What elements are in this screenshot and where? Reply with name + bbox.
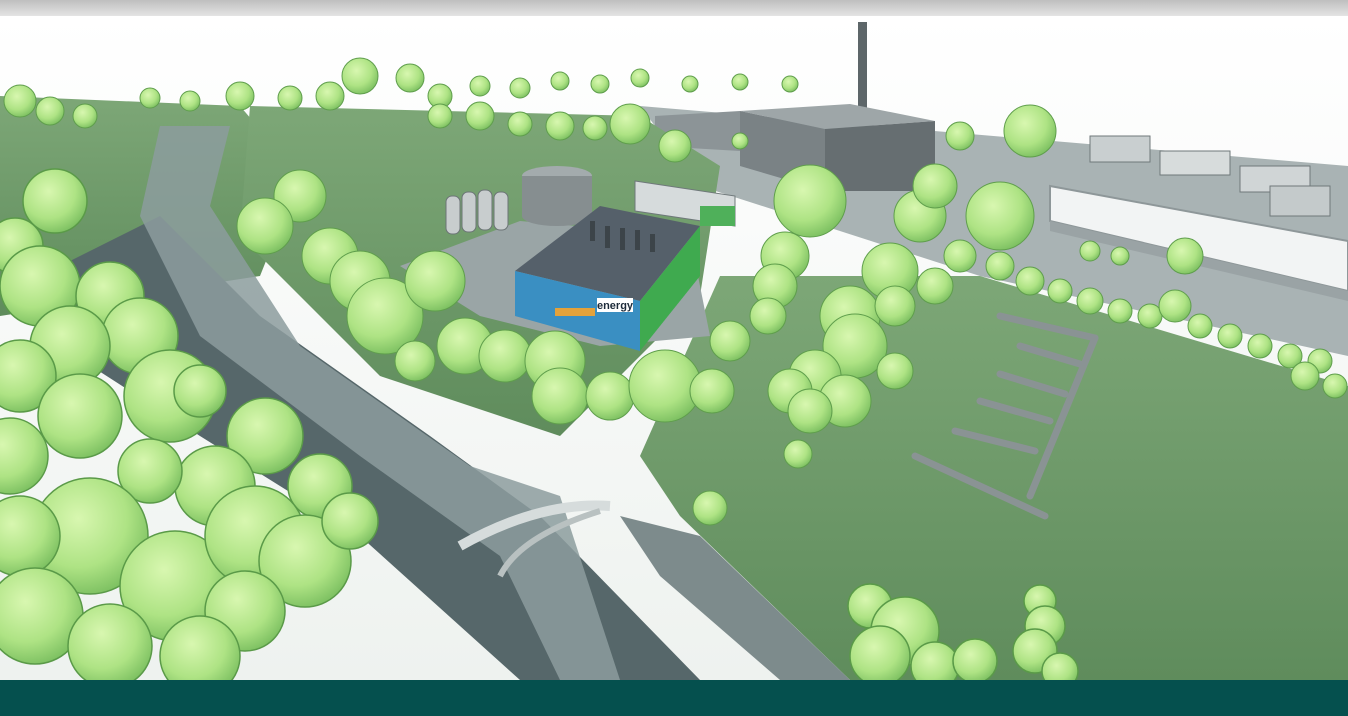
plant-sign: energy xyxy=(597,300,634,312)
site-illustration: energy xyxy=(0,16,1348,680)
small-building xyxy=(1159,150,1231,176)
plant-stripe xyxy=(555,308,595,316)
top-strip xyxy=(0,0,1348,16)
small-building xyxy=(1269,185,1331,217)
footer-bar xyxy=(0,680,1348,716)
office-green-band xyxy=(700,206,735,226)
chimney xyxy=(858,22,867,112)
small-building xyxy=(1089,135,1151,163)
